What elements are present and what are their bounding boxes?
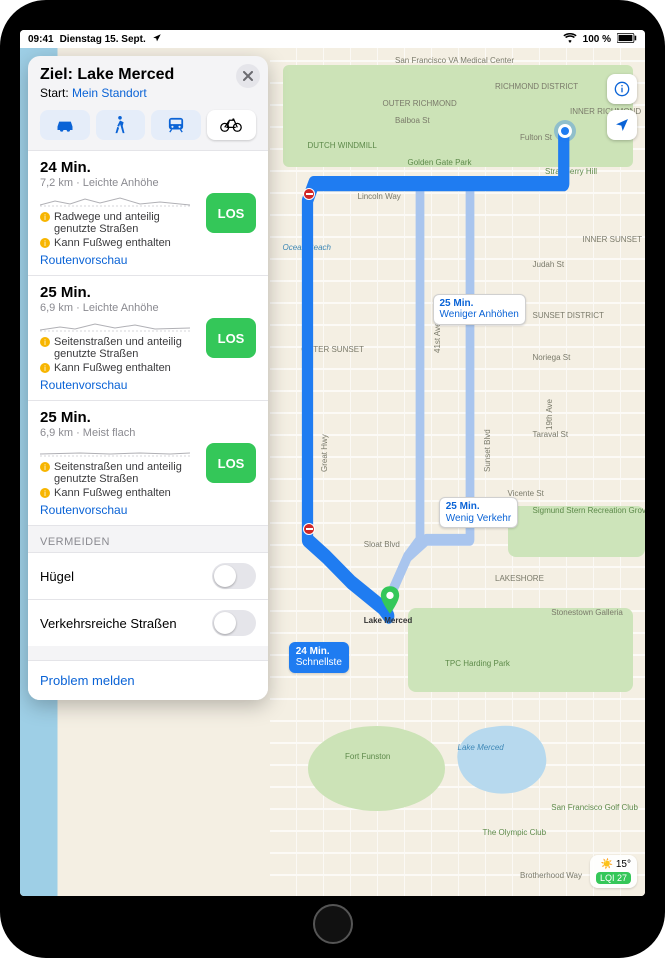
- route-preview-link[interactable]: Routenvorschau: [40, 378, 127, 392]
- avoid-hills-row: Hügel: [28, 552, 268, 599]
- avoid-hills-label: Hügel: [40, 569, 74, 584]
- start-location-link[interactable]: Mein Standort: [72, 86, 147, 100]
- weather-aqi: LQI 27: [596, 872, 631, 884]
- avoid-busy-toggle[interactable]: [212, 610, 256, 636]
- route-note: iSeitenstraßen und anteilig genutzte Str…: [40, 336, 198, 360]
- transport-mode-segment: [28, 104, 268, 150]
- info-dot-icon: i: [40, 363, 50, 373]
- go-button[interactable]: LOS: [206, 193, 256, 233]
- wifi-icon: [563, 33, 577, 46]
- route-note: iKann Fußweg enthalten: [40, 237, 198, 249]
- weather-chip[interactable]: ☀️ 15° LQI 27: [590, 855, 637, 888]
- mode-drive-button[interactable]: [40, 110, 90, 140]
- status-battery-text: 100 %: [583, 34, 611, 45]
- route-meta: 6,9 km · Leichte Anhöhe: [40, 302, 198, 314]
- directions-card: Ziel: Lake Merced Start: Mein Standort: [28, 56, 268, 700]
- card-title: Ziel: Lake Merced: [40, 66, 256, 84]
- elevation-profile: [40, 318, 198, 332]
- mode-bike-button[interactable]: [207, 110, 257, 140]
- weather-temp: 15°: [616, 859, 631, 870]
- route-note: iKann Fußweg enthalten: [40, 487, 198, 499]
- info-dot-icon: i: [40, 462, 50, 472]
- route-time: 25 Min.: [40, 284, 198, 301]
- route-note: iKann Fußweg enthalten: [40, 362, 198, 374]
- avoid-header: VERMEIDEN: [28, 526, 268, 552]
- elevation-profile: [40, 443, 198, 457]
- route-note: iRadwege und anteilig genutzte Straßen: [40, 211, 198, 235]
- map-info-button[interactable]: [607, 74, 637, 104]
- route-note: iSeitenstraßen und anteilig genutzte Str…: [40, 461, 198, 485]
- start-pin[interactable]: [558, 124, 572, 138]
- route-preview-link[interactable]: Routenvorschau: [40, 253, 127, 267]
- avoid-busy-row: Verkehrsreiche Straßen: [28, 599, 268, 646]
- status-date: Dienstag 15. Sept.: [60, 34, 146, 45]
- report-problem-link[interactable]: Problem melden: [28, 660, 268, 700]
- destination-pin[interactable]: [379, 586, 393, 600]
- dest-label: Lake Merced: [364, 616, 412, 625]
- location-services-icon: [152, 33, 162, 46]
- home-button[interactable]: [313, 904, 353, 944]
- route-meta: 7,2 km · Leichte Anhöhe: [40, 177, 198, 189]
- route-option[interactable]: 25 Min. 6,9 km · Leichte Anhöhe iSeitens…: [28, 275, 268, 400]
- info-dot-icon: i: [40, 238, 50, 248]
- route-option[interactable]: 25 Min. 6,9 km · Meist flach iSeitenstra…: [28, 400, 268, 525]
- avoid-busy-label: Verkehrsreiche Straßen: [40, 616, 177, 631]
- route-badge-alt1[interactable]: 25 Min. Weniger Anhöhen: [433, 294, 526, 325]
- map-locate-button[interactable]: [607, 110, 637, 140]
- elevation-profile: [40, 193, 198, 207]
- route-badge-primary[interactable]: 24 Min. Schnellste: [289, 642, 349, 673]
- no-entry-icon: [303, 523, 315, 535]
- route-badge-alt2[interactable]: 25 Min. Wenig Verkehr: [439, 497, 518, 528]
- route-option[interactable]: 24 Min. 7,2 km · Leichte Anhöhe iRadwege…: [28, 150, 268, 275]
- mode-transit-button[interactable]: [151, 110, 201, 140]
- close-button[interactable]: [236, 64, 260, 88]
- route-meta: 6,9 km · Meist flach: [40, 427, 198, 439]
- route-time: 24 Min.: [40, 159, 198, 176]
- mode-walk-button[interactable]: [96, 110, 146, 140]
- route-preview-link[interactable]: Routenvorschau: [40, 503, 127, 517]
- avoid-hills-toggle[interactable]: [212, 563, 256, 589]
- go-button[interactable]: LOS: [206, 443, 256, 483]
- status-bar: 09:41 Dienstag 15. Sept. 100 %: [20, 30, 645, 48]
- card-subtitle: Start: Mein Standort: [40, 86, 256, 100]
- battery-icon: [617, 33, 637, 46]
- go-button[interactable]: LOS: [206, 318, 256, 358]
- info-dot-icon: i: [40, 337, 50, 347]
- route-time: 25 Min.: [40, 409, 198, 426]
- info-dot-icon: i: [40, 488, 50, 498]
- no-entry-icon: [303, 188, 315, 200]
- info-dot-icon: i: [40, 212, 50, 222]
- status-time: 09:41: [28, 34, 54, 45]
